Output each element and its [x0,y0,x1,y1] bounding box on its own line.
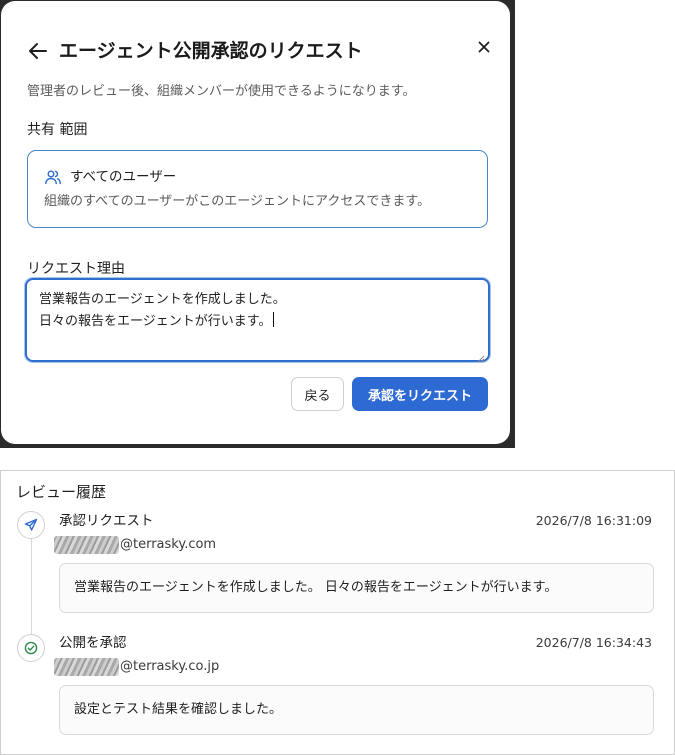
request-approval-button[interactable]: 承認をリクエスト [352,377,488,411]
send-icon [17,511,45,539]
scope-option-title: すべてのユーザー [70,169,177,185]
scope-option-all-users[interactable]: すべてのユーザー 組織のすべてのユーザーがこのエージェントにアクセスできます。 [27,150,488,228]
text-caret [273,312,275,327]
reason-text: 営業報告のエージェントを作成しました。 日々の報告をエージェントが行います。 [39,289,286,333]
event-user-domain: @terrasky.co.jp [120,659,220,674]
reason-line-1: 営業報告のエージェントを作成しました。 [39,292,286,307]
event-user: @terrasky.com [54,535,216,555]
back-arrow-icon[interactable] [27,40,49,62]
redacted-username [54,536,119,554]
event-title: 承認リクエスト [59,513,154,529]
event-user: @terrasky.co.jp [54,657,219,677]
users-icon [44,168,62,186]
back-button[interactable]: 戻る [291,377,344,411]
reason-label: リクエスト理由 [27,261,125,277]
event-comment: 営業報告のエージェントを作成しました。 日々の報告をエージェントが行います。 [59,563,654,613]
dialog-description: 管理者のレビュー後、組織メンバーが使用できるようになります。 [27,84,416,99]
reason-textarea[interactable]: 営業報告のエージェントを作成しました。 日々の報告をエージェントが行います。 [25,278,490,363]
publish-request-dialog: エージェント公開承認のリクエスト 管理者のレビュー後、組織メンバーが使用できるよ… [1,1,510,444]
dialog-title: エージェント公開承認のリクエスト [59,40,363,62]
event-title: 公開を承認 [59,635,127,651]
scope-label: 共有 範囲 [27,122,88,138]
close-icon[interactable] [473,36,495,58]
event-timestamp: 2026/7/8 16:31:09 [535,513,652,528]
event-timestamp: 2026/7/8 16:34:43 [535,635,652,650]
dialog-backdrop: エージェント公開承認のリクエスト 管理者のレビュー後、組織メンバーが使用できるよ… [0,0,515,448]
resize-handle-icon[interactable] [476,348,485,363]
review-history-panel: レビュー履歴 承認リクエスト 2026/7/8 16:31:09 @terras… [0,470,675,755]
timeline-connector [31,527,32,637]
event-comment-text: 営業報告のエージェントを作成しました。 日々の報告をエージェントが行います。 [74,580,558,595]
scope-option-description: 組織のすべてのユーザーがこのエージェントにアクセスできます。 [44,194,431,209]
event-comment: 設定とテスト結果を確認しました。 [59,685,654,735]
check-circle-icon [17,634,45,662]
review-history-title: レビュー履歴 [16,483,107,501]
event-comment-text: 設定とテスト結果を確認しました。 [74,702,283,717]
event-user-domain: @terrasky.com [120,537,217,552]
reason-line-2: 日々の報告をエージェントが行います。 [39,314,272,329]
redacted-username [54,658,119,676]
